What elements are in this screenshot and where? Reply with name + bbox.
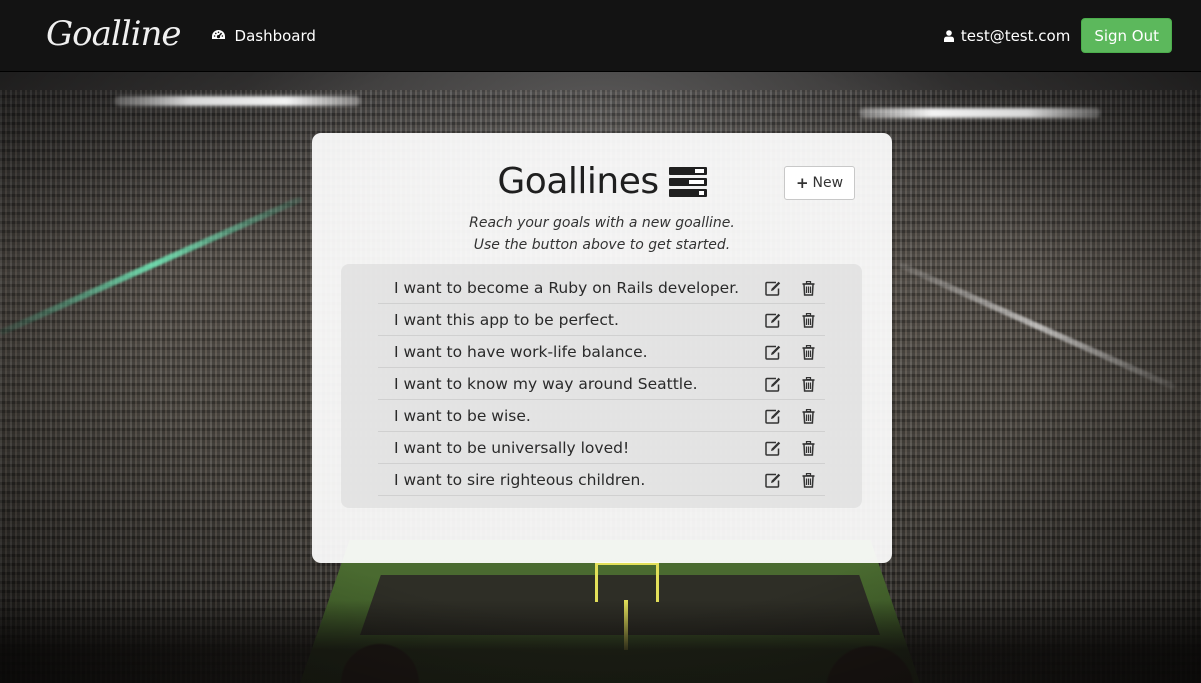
- trash-icon[interactable]: [799, 375, 817, 393]
- tasks-list-icon: [668, 166, 707, 197]
- goal-list: I want to become a Ruby on Rails develop…: [378, 272, 825, 496]
- brand-logo[interactable]: Goalline: [46, 14, 182, 54]
- page-title: Goallines: [497, 161, 659, 202]
- trash-icon[interactable]: [799, 407, 817, 425]
- trash-icon[interactable]: [799, 439, 817, 457]
- edit-icon[interactable]: [764, 407, 782, 425]
- user-menu[interactable]: test@test.com: [943, 26, 1071, 45]
- goal-list-item: I want to become a Ruby on Rails develop…: [378, 272, 825, 304]
- goal-text: I want to know my way around Seattle.: [394, 374, 698, 393]
- trash-icon[interactable]: [799, 311, 817, 329]
- edit-icon[interactable]: [764, 471, 782, 489]
- sign-out-button[interactable]: Sign Out: [1081, 18, 1172, 53]
- nav-dashboard-link[interactable]: Dashboard: [211, 27, 316, 45]
- dashboard-gauge-icon: [211, 29, 226, 42]
- subtitle-line-2: Use the button above to get started.: [473, 237, 731, 253]
- goal-actions: [747, 439, 817, 457]
- new-button-label: New: [812, 175, 844, 191]
- goal-text: I want to become a Ruby on Rails develop…: [394, 278, 740, 297]
- edit-icon[interactable]: [764, 343, 782, 361]
- goal-actions: [747, 407, 817, 425]
- goal-text: I want to be wise.: [394, 406, 531, 425]
- new-goalline-button[interactable]: + New: [784, 166, 855, 200]
- plus-icon: +: [795, 174, 809, 192]
- goal-list-item: I want this app to be perfect.: [378, 304, 825, 336]
- goal-text: I want to have work-life balance.: [394, 342, 648, 361]
- trash-icon[interactable]: [799, 343, 817, 361]
- top-navbar: Goalline Dashboard test@test.com Sign Ou…: [0, 0, 1201, 72]
- goal-actions: [747, 343, 817, 361]
- edit-icon[interactable]: [764, 279, 782, 297]
- trash-icon[interactable]: [799, 279, 817, 297]
- goal-actions: [747, 471, 817, 489]
- user-icon: [943, 29, 954, 42]
- user-email-label: test@test.com: [960, 26, 1071, 45]
- goal-text: I want this app to be perfect.: [394, 310, 619, 329]
- goallines-panel: Goallines + New Reach your goals with a …: [312, 133, 892, 563]
- nav-dashboard-label: Dashboard: [234, 26, 316, 45]
- goal-actions: [747, 279, 817, 297]
- subtitle-line-1: Reach your goals with a new goalline.: [469, 215, 735, 231]
- goal-actions: [747, 375, 817, 393]
- panel-subtitle: Reach your goals with a new goalline. Us…: [312, 212, 892, 256]
- goal-text: I want to sire righteous children.: [394, 470, 646, 489]
- edit-icon[interactable]: [764, 439, 782, 457]
- nav-right: test@test.com Sign Out: [943, 18, 1172, 53]
- goal-actions: [747, 311, 817, 329]
- trash-icon[interactable]: [799, 471, 817, 489]
- edit-icon[interactable]: [764, 375, 782, 393]
- edit-icon[interactable]: [764, 311, 782, 329]
- goal-list-item: I want to have work-life balance.: [378, 336, 825, 368]
- goal-list-container: I want to become a Ruby on Rails develop…: [341, 264, 862, 508]
- goal-list-item: I want to sire righteous children.: [378, 464, 825, 496]
- goal-list-item: I want to be universally loved!: [378, 432, 825, 464]
- goal-list-item: I want to know my way around Seattle.: [378, 368, 825, 400]
- goal-list-item: I want to be wise.: [378, 400, 825, 432]
- goal-text: I want to be universally loved!: [394, 438, 630, 457]
